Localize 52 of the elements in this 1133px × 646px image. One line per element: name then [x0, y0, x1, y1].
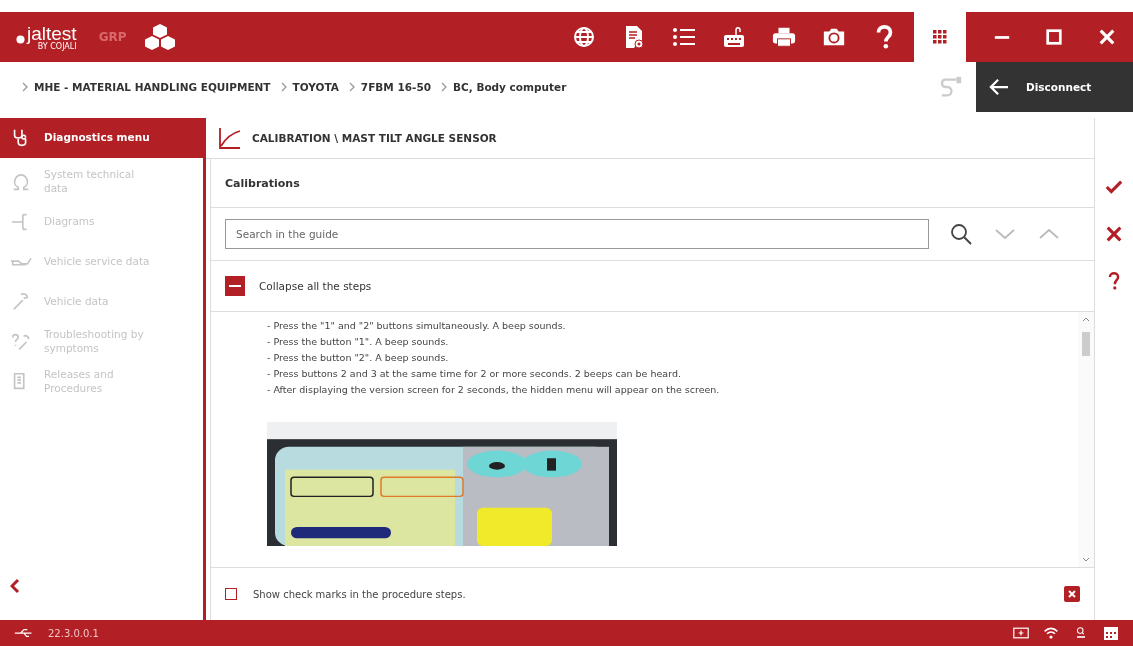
logo-tagline: BY COJALI [37, 42, 77, 51]
chevron-right-icon [441, 82, 448, 92]
close-icon[interactable] [1097, 28, 1116, 46]
step-text: - Press the "1" and "2" buttons simultaneously. A beep sounds. [267, 319, 567, 333]
keyboard-icon[interactable] [722, 25, 746, 49]
breadcrumb-item[interactable]: BC, Body computer [453, 81, 567, 93]
version-label: 22.3.0.0.1 [48, 627, 99, 639]
chevron-right-icon [280, 82, 287, 92]
collapse-toggle[interactable] [225, 276, 245, 296]
scroll-down-icon[interactable] [1082, 557, 1090, 563]
maximize-icon[interactable] [1045, 28, 1064, 46]
list-icon[interactable] [672, 25, 696, 49]
confirm-icon[interactable] [1105, 178, 1123, 196]
chevron-right-icon [348, 82, 355, 92]
step-text: - Press the button "1". A beep sounds. [267, 335, 450, 349]
checkbox[interactable] [225, 588, 237, 600]
mode-label: GRP [98, 30, 127, 44]
calendar-icon [1103, 625, 1119, 641]
breadcrumb-item[interactable]: TOYOTA [292, 81, 339, 93]
page-title: CALIBRATION \ MAST TILT ANGLE SENSOR [252, 132, 497, 144]
chart-line-icon [218, 126, 242, 150]
step-text: - Press the button "2". A beep sounds. [267, 351, 450, 365]
search-icon[interactable] [949, 222, 973, 246]
breadcrumb-item[interactable]: MHE - MATERIAL HANDLING EQUIPMENT [34, 81, 271, 93]
app-logo: jaltest [27, 23, 77, 43]
printer-icon[interactable] [772, 25, 796, 49]
chevron-right-icon [22, 82, 28, 92]
wifi-icon [1043, 625, 1059, 641]
scroll-thumb[interactable] [1082, 332, 1090, 356]
globe-icon[interactable] [572, 25, 596, 49]
battery-icon [1013, 625, 1029, 641]
step-text: - Press buttons 2 and 3 at the same time for 2 or more seconds. 2 beeps can be heard. [267, 367, 682, 381]
cable-icon [938, 75, 964, 99]
checkbox-label: Show check marks in the procedure steps. [253, 588, 466, 600]
apps-grid-icon[interactable] [933, 30, 947, 44]
scroll-up-icon[interactable] [1082, 316, 1090, 322]
step-text: - After displaying the version screen for 2 seconds, the hidden menu will appear on the screen. [267, 383, 721, 397]
sidebar-item[interactable]: Diagnostics menu [0, 118, 203, 158]
collapse-label: Collapse all the steps [259, 280, 372, 292]
disconnect-button[interactable]: Disconnect [976, 62, 1133, 112]
section-title: Calibrations [225, 176, 300, 190]
usb-icon [14, 628, 34, 638]
arrow-left-icon [988, 78, 1010, 96]
scrollbar[interactable] [1078, 312, 1094, 567]
close-icon[interactable] [1064, 586, 1080, 602]
breadcrumb-item[interactable]: 7FBM 16-50 [360, 81, 432, 93]
collapse-sidebar-icon[interactable] [10, 578, 20, 594]
question-wrench-icon [10, 331, 32, 353]
search-field[interactable]: Search in the guide [225, 219, 929, 249]
logo-dot-icon [16, 34, 25, 44]
cubes-icon[interactable] [144, 23, 175, 51]
cancel-icon[interactable] [1105, 225, 1123, 243]
